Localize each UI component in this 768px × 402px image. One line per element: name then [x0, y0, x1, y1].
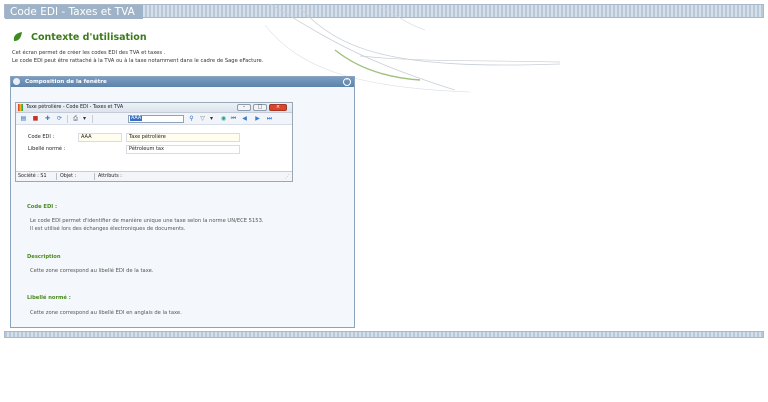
window-titlebar: Taxe pétrolière - Code EDI - Taxes et TV… [16, 103, 292, 113]
chevron-down-icon[interactable]: ▾ [208, 115, 215, 122]
panel-header[interactable]: Composition de la fenêtre ˄ [11, 77, 354, 87]
intro-line: Le code EDI peut être rattaché à la TVA … [12, 57, 264, 64]
list-icon[interactable]: ▤ [20, 115, 27, 122]
leaf-icon [13, 32, 22, 41]
code-edi-label: Code EDI : [28, 134, 55, 140]
composition-panel: Composition de la fenêtre ˄ Taxe pétroli… [10, 76, 355, 328]
toolbar-separator [67, 115, 68, 123]
form-row-code-edi: Code EDI : AAA Taxe pétrolière [16, 132, 292, 143]
window-preview: Taxe pétrolière - Code EDI - Taxes et TV… [15, 102, 293, 182]
field-title-code-edi: Code EDI : [27, 204, 58, 210]
chevron-down-icon[interactable]: ▾ [81, 115, 88, 122]
status-objet: Objet : [60, 174, 77, 179]
intro-line: Cet écran permet de créer les codes EDI … [12, 50, 166, 56]
search-icon[interactable]: ⚲ [188, 115, 195, 122]
close-icon[interactable]: × [269, 104, 287, 111]
refresh-icon[interactable]: ⟳ [56, 115, 63, 122]
status-divider [56, 173, 57, 180]
search-value: AAA [130, 116, 143, 121]
description-line: Cette zone correspond au libellé EDI en … [30, 310, 182, 316]
field-text-code-edi: Le code EDI permet d'identifier de maniè… [30, 218, 264, 233]
status-divider [94, 173, 95, 180]
toolbar-separator [92, 115, 93, 123]
field-title-description: Description [27, 254, 61, 260]
window-title: Taxe pétrolière - Code EDI - Taxes et TV… [26, 105, 124, 110]
description-line: Le code EDI permet d'identifier de maniè… [30, 218, 264, 224]
window-toolbar: ▤ ■ ✚ ⟳ ⎙ ▾ AAA ⚲ ▽ ▾ ◉ ⏮ ◀ ▶ ⏭ [16, 113, 292, 125]
panel-title: Composition de la fenêtre [25, 79, 107, 85]
search-input[interactable]: AAA [128, 115, 184, 123]
section-title: Contexte d'utilisation [31, 32, 147, 43]
page-title: Code EDI - Taxes et TVA [5, 5, 143, 19]
field-text-description: Cette zone correspond au libellé EDI de … [30, 268, 153, 276]
maximize-icon[interactable]: □ [253, 104, 267, 111]
previous-record-icon[interactable]: ◀ [241, 115, 248, 122]
code-edi-field[interactable]: AAA [78, 133, 122, 142]
libelle-norme-field[interactable]: Pétroleum tax [126, 145, 240, 154]
last-record-icon[interactable]: ⏭ [266, 115, 273, 122]
intro-text: Cet écran permet de créer les codes EDI … [12, 50, 263, 65]
bottom-bar [4, 331, 764, 338]
top-title-bar: Code EDI - Taxes et TVA [4, 4, 764, 19]
first-record-icon[interactable]: ⏮ [230, 115, 237, 122]
description-line: Cette zone correspond au libellé EDI de … [30, 268, 154, 274]
chevron-up-icon[interactable]: ˄ [343, 78, 351, 86]
libelle-norme-label: Libellé normé : [28, 146, 66, 152]
window-statusbar: Société : S1 Objet : Attributs : ⋰ [16, 171, 292, 181]
status-attributs: Attributs : [98, 174, 122, 179]
delete-icon[interactable]: ■ [32, 115, 39, 122]
minimize-icon[interactable]: – [237, 104, 251, 111]
form-row-libelle-norme: Libellé normé : Pétroleum tax [16, 144, 292, 155]
panel-icon [13, 78, 20, 85]
status-societe: Société : S1 [18, 174, 47, 179]
filter-icon[interactable]: ▽ [199, 115, 206, 122]
go-icon[interactable]: ◉ [220, 115, 227, 122]
resize-grip-icon[interactable]: ⋰ [285, 173, 290, 182]
print-icon[interactable]: ⎙ [72, 115, 79, 122]
field-title-libelle-norme: Libellé normé : [27, 295, 71, 301]
field-text-libelle-norme: Cette zone correspond au libellé EDI en … [30, 310, 182, 318]
description-line: Il est utilisé lors des échanges électro… [30, 225, 186, 232]
code-edi-description-field[interactable]: Taxe pétrolière [126, 133, 240, 142]
next-record-icon[interactable]: ▶ [254, 115, 261, 122]
app-icon [18, 104, 23, 111]
new-icon[interactable]: ✚ [44, 115, 51, 122]
